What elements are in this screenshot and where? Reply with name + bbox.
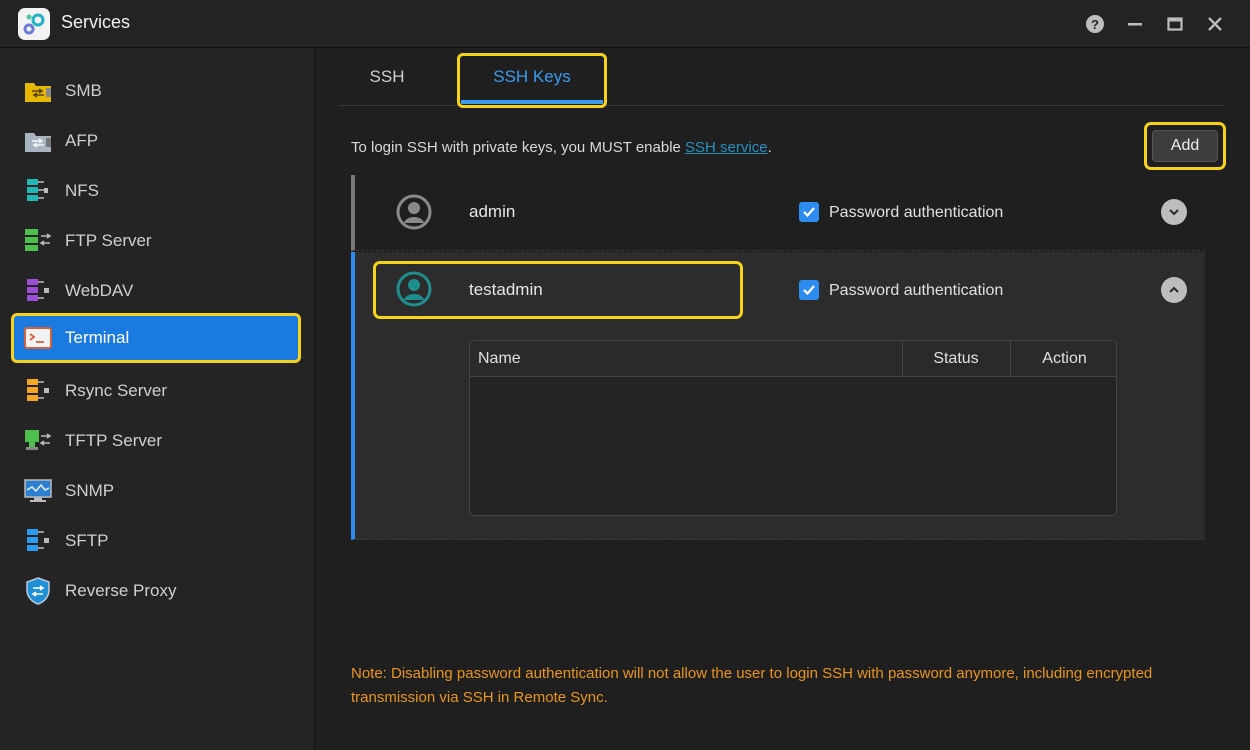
ssh-keys-table: Name Status Action [469,340,1117,516]
user-name: admin [469,202,516,221]
tab-ssh-keys[interactable]: SSH Keys [461,48,603,106]
info-message: To login SSH with private keys, you MUST… [351,139,772,156]
minimize-icon[interactable] [1125,14,1145,34]
sidebar-item-label: SNMP [65,481,115,500]
sidebar-item-label: Reverse Proxy [65,581,177,600]
info-prefix: To login SSH with private keys, you MUST… [351,139,686,156]
sidebar-item-label: TFTP Server [65,431,162,450]
password-auth-checkbox[interactable] [799,202,819,222]
services-app-icon [18,8,50,40]
sidebar-item-sftp[interactable]: SFTP [11,516,301,566]
sftp-server-icon [24,527,52,555]
main-panel: SSH SSH Keys To login SSH with private k… [316,48,1250,750]
tab-bar: SSH SSH Keys [339,48,1225,108]
column-header-name: Name [478,350,521,367]
add-button-highlight: Add [1144,122,1226,170]
ftp-server-icon [24,227,52,255]
shield-icon [24,577,52,605]
chevron-up-icon[interactable] [1161,277,1187,303]
sidebar-item-label: NFS [65,181,99,200]
sidebar-item-reverse-proxy[interactable]: Reverse Proxy [11,566,301,616]
table-header: Name Status Action [470,341,1116,377]
sidebar-item-label: SMB [65,81,102,100]
sidebar-item-ftp-server[interactable]: FTP Server [11,216,301,266]
sidebar-item-label: Rsync Server [65,381,168,400]
user-avatar-icon [396,271,432,307]
maximize-icon[interactable] [1165,14,1185,34]
tftp-server-icon [24,427,52,455]
snmp-monitor-icon [24,477,52,505]
password-auth-label: Password authentication [829,282,1004,299]
smb-folder-icon [24,77,52,105]
sidebar-item-smb[interactable]: SMB [11,66,301,116]
close-icon[interactable] [1205,14,1225,34]
user-row-testadmin[interactable]: testadmin Password authentication Name S… [351,252,1205,540]
svg-text:?: ? [1091,17,1099,32]
sidebar-item-nfs[interactable]: NFS [11,166,301,216]
window-title: Services [61,12,131,32]
help-icon[interactable]: ? [1085,14,1105,34]
sidebar-item-label: WebDAV [65,281,134,300]
info-suffix: . [767,139,772,156]
webdav-icon [24,277,52,305]
ssh-service-link[interactable]: SSH service [685,139,768,156]
rsync-server-icon [24,377,52,405]
tab-ssh[interactable]: SSH [359,48,415,106]
sidebar-item-rsync-server[interactable]: Rsync Server [11,366,301,416]
password-auth-note: Note: Disabling password authentication … [351,665,1153,706]
sidebar-item-tftp-server[interactable]: TFTP Server [11,416,301,466]
column-header-action: Action [1042,350,1087,367]
sidebar: SMB AFP NFS FTP Server WebDAV Terminal R… [0,48,315,750]
column-header-status: Status [933,350,979,367]
user-avatar-icon [396,194,432,230]
sidebar-item-label: SFTP [65,531,109,550]
user-name: testadmin [469,280,543,299]
sidebar-item-label: AFP [65,131,99,150]
add-button[interactable]: Add [1152,130,1218,162]
sidebar-item-afp[interactable]: AFP [11,116,301,166]
afp-folder-icon [24,127,52,155]
active-tab-indicator [461,100,603,104]
sidebar-item-label: FTP Server [65,231,152,250]
terminal-icon [24,324,52,352]
title-bar: Services ? [0,0,1250,48]
sidebar-item-webdav[interactable]: WebDAV [11,266,301,316]
chevron-down-icon[interactable] [1161,199,1187,225]
user-row-admin[interactable]: admin Password authentication [351,175,1205,251]
sidebar-item-terminal[interactable]: Terminal [11,313,301,363]
password-auth-label: Password authentication [829,204,1004,221]
nfs-server-icon [24,177,52,205]
password-auth-checkbox[interactable] [799,280,819,300]
sidebar-item-snmp[interactable]: SNMP [11,466,301,516]
sidebar-item-label: Terminal [65,328,130,347]
